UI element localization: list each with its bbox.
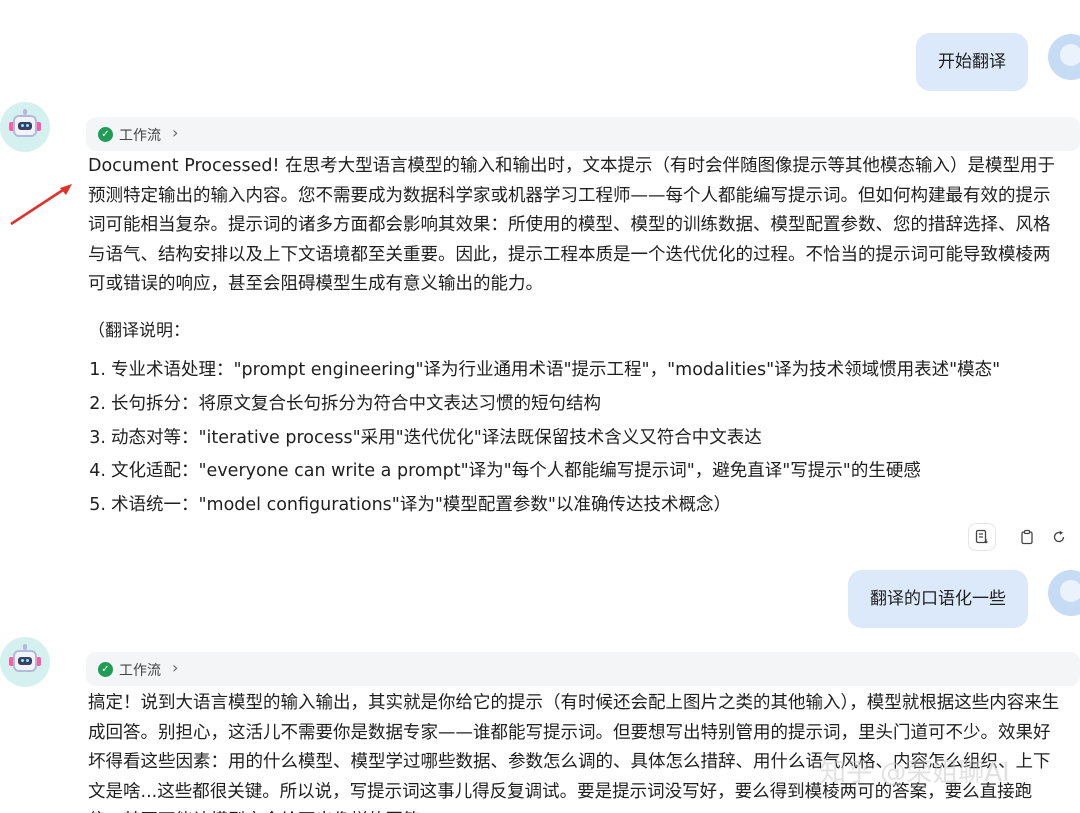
workflow-label: 工作流 bbox=[119, 128, 161, 144]
bot-reply-paragraph: 搞定！说到大语言模型的输入输出，其实就是你给它的提示（有时候还会配上图片之类的其… bbox=[88, 693, 1060, 813]
refresh-icon bbox=[1053, 530, 1065, 543]
workflow-toggle[interactable]: ✓ 工作流 › bbox=[86, 117, 1080, 151]
bot-avatar bbox=[0, 637, 50, 687]
document-text-icon bbox=[975, 529, 988, 544]
chevron-right-icon: › bbox=[172, 658, 179, 677]
user-avatar[interactable] bbox=[1048, 570, 1080, 616]
user-avatar[interactable] bbox=[1048, 34, 1080, 80]
regenerate-button[interactable] bbox=[1045, 523, 1073, 551]
bot-reply-paragraph: Document Processed! 在思考大型语言模型的输入和输出时，文本提… bbox=[88, 156, 1056, 294]
check-circle-icon: ✓ bbox=[98, 127, 113, 142]
copy-button[interactable] bbox=[1013, 523, 1041, 551]
watermark: 知乎 @荣姐聊AI bbox=[820, 758, 1010, 788]
translation-note-heading: （翻译说明： bbox=[88, 321, 190, 341]
check-circle-icon: ✓ bbox=[98, 662, 113, 677]
list-item: 1. 专业术语处理："prompt engineering"译为行业通用术语"提示… bbox=[89, 360, 1001, 380]
workflow-label: 工作流 bbox=[119, 663, 161, 679]
user-message-bubble: 开始翻译 bbox=[916, 33, 1028, 91]
chevron-right-icon: › bbox=[172, 123, 179, 142]
copy-text-button[interactable] bbox=[968, 523, 996, 551]
list-item: 5. 术语统一："model configurations"译为"模型配置参数"以… bbox=[89, 495, 731, 516]
red-arrow-annotation bbox=[10, 184, 72, 226]
workflow-toggle[interactable]: ✓ 工作流 › bbox=[86, 652, 1080, 686]
user-message-bubble: 翻译的口语化一些 bbox=[848, 570, 1028, 628]
list-item: 2. 长句拆分：将原文复合长句拆分为符合中文表达习惯的短句结构 bbox=[89, 393, 601, 414]
list-item: 4. 文化适配："everyone can write a prompt"译为"每… bbox=[89, 461, 921, 482]
bot-avatar bbox=[0, 102, 50, 152]
chat-page: 开始翻译 ✓ 工作流 › Document Processed! 在思考大型语言… bbox=[0, 0, 1080, 813]
clipboard-icon bbox=[1021, 529, 1033, 545]
translation-notes-list: 1. 专业术语处理："prompt engineering"译为行业通用术语"提示… bbox=[88, 354, 1000, 523]
list-item: 3. 动态对等："iterative process"采用"迭代优化"译法既保留技… bbox=[89, 427, 762, 448]
